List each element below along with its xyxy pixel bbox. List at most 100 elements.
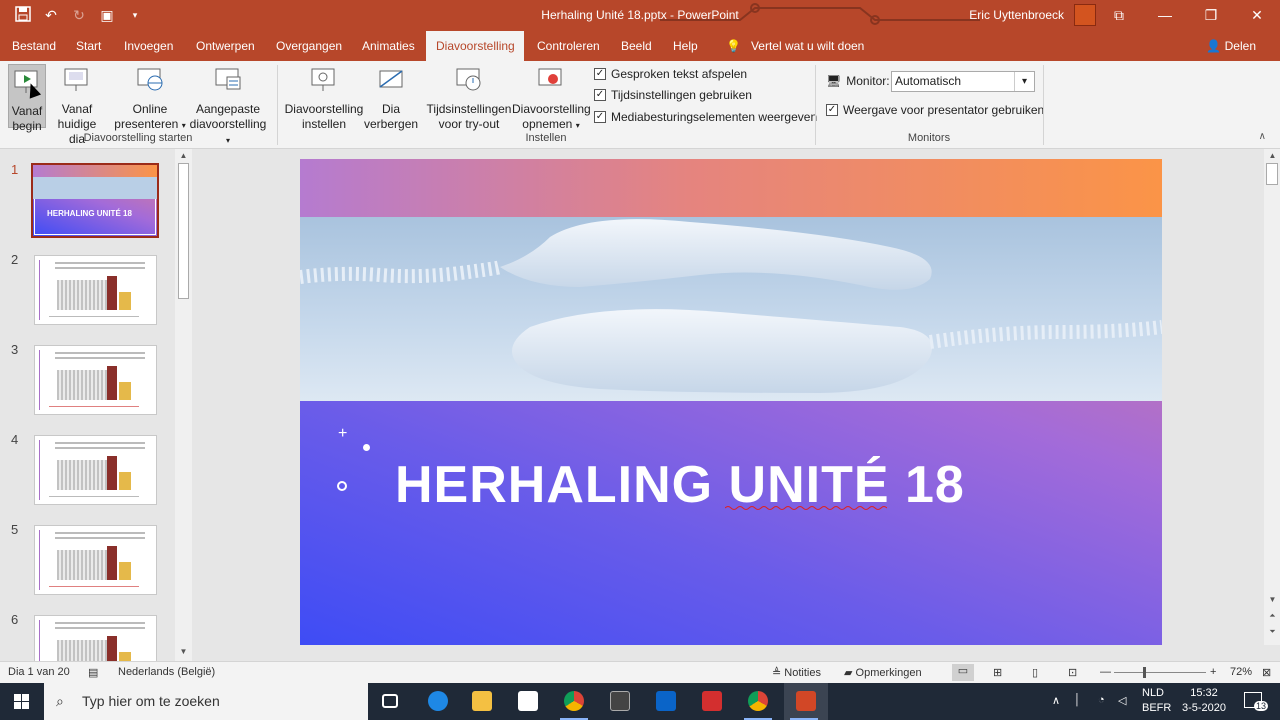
task-view-icon[interactable]	[370, 683, 410, 720]
avatar[interactable]	[1074, 4, 1096, 26]
calculator-icon[interactable]	[600, 683, 640, 720]
zoom-level[interactable]: 72%	[1230, 666, 1252, 678]
tab-ontwerpen[interactable]: Ontwerpen	[186, 31, 265, 61]
user-name[interactable]: Eric Uyttenbroeck	[969, 8, 1064, 22]
scroll-up-icon[interactable]: ▲	[175, 151, 192, 163]
taskbar-search[interactable]: ⌕ Typ hier om te zoeken	[44, 683, 368, 720]
fit-to-window-icon[interactable]: ⊠	[1262, 666, 1271, 679]
tab-help[interactable]: Help	[663, 31, 708, 61]
tell-me-label: Vertel wat u wilt doen	[750, 39, 865, 53]
clock[interactable]: 15:32 3-5-2020	[1178, 687, 1230, 714]
store-icon[interactable]	[508, 683, 548, 720]
thumb-text-line	[55, 532, 145, 534]
thumbnail-slide-6[interactable]	[34, 615, 157, 661]
scroll-down-icon[interactable]: ▼	[1264, 595, 1280, 607]
custom-slideshow-icon	[215, 68, 241, 90]
microphone-icon[interactable]: │	[1074, 694, 1081, 706]
slideshow-view-icon[interactable]: ⊡	[1068, 666, 1077, 679]
tab-animaties[interactable]: Animaties	[352, 31, 425, 61]
chrome-profile-icon[interactable]	[738, 683, 778, 720]
thumbnail-scrollbar[interactable]: ▲ ▼	[175, 149, 192, 661]
file-explorer-icon[interactable]	[462, 683, 502, 720]
collapse-ribbon-icon[interactable]: ∧	[1259, 131, 1266, 142]
language[interactable]: Nederlands (België)	[118, 666, 215, 678]
maximize-icon[interactable]: ❐	[1188, 0, 1234, 31]
outlook-icon[interactable]	[646, 683, 686, 720]
previous-slide-icon[interactable]: ⏶	[1264, 611, 1280, 623]
use-timings-checkbox[interactable]: ✓ Tijdsinstellingen gebruiken	[594, 88, 752, 102]
share-button[interactable]: 👤 Delen	[1206, 31, 1256, 61]
comments-button[interactable]: ▰ Opmerkingen	[844, 666, 922, 679]
scrollbar-thumb[interactable]	[178, 163, 189, 299]
slide-thumbnails-pane: 1 HERHALING UNITÉ 18 2 3 4 5 6 ▲ ▼	[0, 149, 192, 661]
thumbnail-slide-5[interactable]	[34, 525, 157, 595]
start-button[interactable]	[0, 683, 44, 720]
thumb-margin-line	[39, 350, 40, 410]
tab-invoegen[interactable]: Invoegen	[114, 31, 183, 61]
edge-icon[interactable]	[418, 683, 458, 720]
lang-2: BEFR	[1142, 702, 1172, 714]
close-icon[interactable]: ✕	[1234, 0, 1280, 31]
setup-slideshow-button[interactable]: Diavoorstelling instellen	[284, 65, 364, 132]
acrobat-icon[interactable]	[692, 683, 732, 720]
record-slideshow-button[interactable]: Diavoorstelling opnemen ▾	[512, 65, 591, 133]
thumbnail-slide-1[interactable]: HERHALING UNITÉ 18	[31, 163, 159, 238]
wifi-icon[interactable]: ◔	[1098, 694, 1105, 706]
rehearse-label-2: voor try-out	[438, 117, 500, 131]
record-label-2: opnemen	[522, 117, 573, 131]
notes-button[interactable]: ≜ Notities	[772, 666, 821, 679]
zoom-out-icon[interactable]: —	[1100, 666, 1111, 678]
tab-diavoorstelling[interactable]: Diavoorstelling	[426, 31, 524, 61]
tab-beeld[interactable]: Beeld	[611, 31, 662, 61]
tell-me-box[interactable]: 💡 Vertel wat u wilt doen	[716, 31, 874, 61]
powerpoint-icon[interactable]	[784, 683, 828, 720]
monitor-select[interactable]: Automatisch ▾	[891, 71, 1035, 92]
search-icon: ⌕	[56, 693, 64, 709]
thumbnail-slide-2[interactable]	[34, 255, 157, 325]
tab-controleren[interactable]: Controleren	[527, 31, 610, 61]
group-label-setup: Instellen	[525, 132, 567, 144]
setup-label-1: Diavoorstelling	[284, 102, 364, 116]
hide-slide-button[interactable]: Dia verbergen	[364, 65, 418, 132]
reading-view-icon[interactable]: ▯	[1032, 666, 1038, 679]
ribbon-display-options-icon[interactable]: ⧉	[1096, 0, 1142, 31]
editor-scrollbar[interactable]: ▲ ▼ ⏶ ⏷	[1264, 149, 1280, 645]
normal-view-icon[interactable]: ▭	[952, 664, 974, 681]
thumb-header-band	[33, 165, 157, 177]
tab-bestand[interactable]: Bestand	[2, 31, 66, 61]
group-label-monitors: Monitors	[907, 132, 951, 144]
play-narrations-checkbox[interactable]: ✓ Gesproken tekst afspelen	[594, 67, 747, 81]
thumb-number: 1	[11, 162, 19, 177]
thumb-number: 5	[11, 522, 19, 537]
scroll-up-icon[interactable]: ▲	[1264, 151, 1280, 163]
slide-header-band	[300, 159, 1162, 217]
notes-label: Notities	[784, 667, 821, 679]
hide-slide-label-2: verbergen	[364, 117, 419, 131]
chrome-icon[interactable]	[554, 683, 594, 720]
zoom-in-icon[interactable]: +	[1210, 666, 1216, 678]
present-online-button[interactable]: Online presenteren ▾	[114, 65, 186, 133]
zoom-slider[interactable]	[1114, 672, 1206, 673]
show-media-controls-checkbox[interactable]: ✓ Mediabesturingselementen weergeven	[594, 110, 817, 124]
volume-icon[interactable]: ◁	[1118, 694, 1126, 707]
presenter-view-checkbox[interactable]: ✓ Weergave voor presentator gebruiken	[826, 103, 1044, 117]
scrollbar-thumb[interactable]	[1266, 163, 1278, 185]
language-indicator[interactable]: NLD BEFR	[1142, 687, 1171, 714]
scroll-down-icon[interactable]: ▼	[175, 647, 192, 659]
thumbnail-slide-4[interactable]	[34, 435, 157, 505]
from-beginning-button[interactable]: Vanaf begin	[8, 64, 46, 133]
slide-canvas[interactable]: + HERHALING UNITÉ 18	[300, 159, 1162, 645]
chevron-down-icon[interactable]: ▾	[1014, 72, 1034, 91]
tab-start[interactable]: Start	[66, 31, 111, 61]
spellcheck-icon[interactable]: ▤	[88, 666, 98, 679]
thumb-number: 4	[11, 432, 19, 447]
minimize-icon[interactable]: —	[1142, 0, 1188, 31]
next-slide-icon[interactable]: ⏷	[1264, 627, 1280, 639]
tab-overgangen[interactable]: Overgangen	[266, 31, 352, 61]
zoom-slider-handle[interactable]	[1143, 667, 1146, 678]
rehearse-timings-button[interactable]: Tijdsinstellingen voor try-out	[426, 65, 512, 132]
thumbnail-slide-3[interactable]	[34, 345, 157, 415]
thumb-image	[57, 460, 109, 490]
chevron-up-icon[interactable]: ∧	[1052, 694, 1060, 707]
slide-sorter-icon[interactable]: ⊞	[993, 666, 1002, 679]
